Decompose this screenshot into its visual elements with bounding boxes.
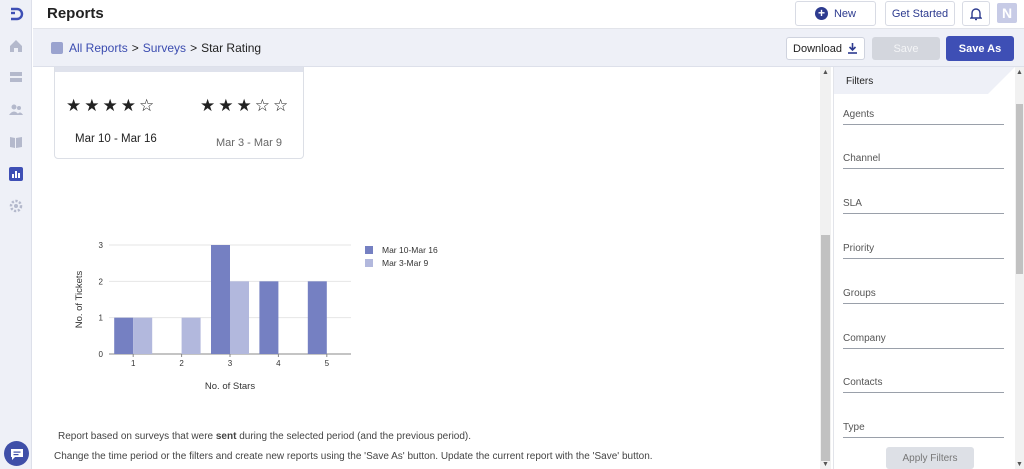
filter-priority[interactable]: Priority: [843, 243, 1004, 259]
save-button[interactable]: Save: [872, 37, 940, 60]
get-started-button[interactable]: Get Started: [885, 1, 955, 26]
filter-channel[interactable]: Channel: [843, 153, 1004, 169]
chart-bar: [133, 317, 153, 354]
rating-summary-card: ★★★★☆ Mar 10 - Mar 16 ★★★☆☆ Mar 3 - Mar …: [54, 67, 304, 159]
x-tick-label: 5: [325, 359, 330, 368]
chart-bar: [259, 281, 279, 354]
chat-icon[interactable]: [4, 441, 29, 466]
breadcrumb-separator: >: [190, 41, 198, 55]
download-label: Download: [793, 42, 842, 55]
left-navigation: [0, 0, 32, 469]
filters-scrollbar-thumb[interactable]: [1016, 104, 1023, 274]
download-icon: [847, 43, 857, 54]
breadcrumb-all-reports[interactable]: All Reports: [69, 41, 128, 55]
current-range-label: Mar 10 - Mar 16: [75, 133, 157, 145]
app-logo-icon[interactable]: [8, 6, 24, 22]
top-header: Reports + New Get Started N: [33, 0, 1024, 29]
filter-groups[interactable]: Groups: [843, 288, 1004, 304]
filter-sla[interactable]: SLA: [843, 198, 1004, 214]
chart-bar: [211, 245, 230, 354]
reports-small-icon: [51, 42, 63, 54]
contacts-icon[interactable]: [8, 102, 24, 118]
scroll-up-arrow-icon[interactable]: ▲: [820, 69, 831, 76]
report-content: ★★★★☆ Mar 10 - Mar 16 ★★★☆☆ Mar 3 - Mar …: [33, 67, 820, 469]
filters-scrollbar[interactable]: ▲ ▼: [1015, 67, 1024, 469]
previous-range-label: Mar 3 - Mar 9: [216, 137, 283, 149]
current-rating-stars: ★★★★☆: [66, 96, 158, 115]
chart-bar: [181, 317, 201, 354]
filters-scroll-up-arrow-icon[interactable]: ▲: [1015, 69, 1024, 76]
filters-panel: Filters Agents Channel SLA Priority Grou…: [833, 67, 1015, 469]
avatar[interactable]: N: [997, 3, 1017, 23]
x-tick-label: 2: [179, 359, 184, 368]
report-note-suffix: during the selected period (and the prev…: [236, 431, 472, 442]
breadcrumb-surveys[interactable]: Surveys: [143, 41, 186, 55]
x-tick-label: 1: [131, 359, 136, 368]
chart-bar: [307, 281, 327, 354]
legend-swatch: [365, 246, 373, 254]
chart-bar: [114, 317, 134, 354]
x-tick-label: 4: [276, 359, 281, 368]
filters-title: Filters: [834, 67, 1015, 94]
bell-icon: [970, 7, 982, 20]
breadcrumb-current: Star Rating: [201, 41, 262, 55]
x-axis-label: No. of Stars: [205, 381, 255, 392]
y-tick-label: 0: [99, 350, 104, 359]
knowledge-base-icon[interactable]: [8, 134, 24, 150]
legend-swatch: [365, 259, 373, 267]
x-tick-label: 3: [228, 359, 233, 368]
filter-type[interactable]: Type: [843, 422, 1004, 438]
plus-icon: +: [814, 7, 828, 20]
y-tick-label: 3: [99, 241, 104, 250]
apply-filters-button[interactable]: Apply Filters: [886, 447, 974, 469]
report-note-bold: sent: [215, 431, 237, 442]
tickets-icon[interactable]: [8, 69, 24, 85]
filter-company[interactable]: Company: [843, 333, 1004, 349]
reports-icon[interactable]: [8, 166, 24, 182]
filter-agents[interactable]: Agents: [843, 109, 1004, 125]
y-tick-label: 1: [99, 314, 104, 323]
legend-label: Mar 10-Mar 16: [382, 245, 438, 255]
page-title: Reports: [47, 5, 104, 22]
scroll-down-arrow-icon[interactable]: ▼: [820, 461, 831, 468]
content-scrollbar[interactable]: ▲ ▼: [820, 67, 831, 469]
new-button-label: New: [833, 7, 856, 20]
breadcrumb-separator: >: [131, 41, 139, 55]
star-rating-bar-chart: 0 1 2 3 1 2 3 4 5 No. of Stars No. of Tickets Mar 1…: [74, 241, 438, 392]
new-button[interactable]: + New: [795, 1, 876, 26]
chart-bar: [230, 281, 249, 354]
save-as-button[interactable]: Save As: [946, 36, 1014, 61]
y-axis-label: No. of Tickets: [74, 270, 85, 328]
settings-icon[interactable]: [8, 198, 24, 214]
breadcrumb: All Reports > Surveys > Star Rating: [51, 41, 261, 55]
breadcrumb-bar: All Reports > Surveys > Star Rating Down…: [33, 29, 1024, 67]
y-tick-label: 2: [99, 277, 104, 286]
home-icon[interactable]: [8, 38, 24, 54]
legend-label: Mar 3-Mar 9: [382, 258, 429, 268]
previous-rating-stars: ★★★☆☆: [200, 96, 292, 115]
content-scrollbar-thumb[interactable]: [821, 235, 830, 461]
report-note: Report based on surveys that were sent d…: [58, 431, 471, 442]
filters-scroll-down-arrow-icon[interactable]: ▼: [1015, 461, 1024, 468]
card-header: [55, 67, 303, 72]
download-button[interactable]: Download: [786, 37, 865, 60]
filter-contacts[interactable]: Contacts: [843, 377, 1004, 393]
notifications-button[interactable]: [962, 1, 990, 26]
report-note-prefix: Report based on surveys that were: [58, 431, 216, 442]
report-help-text: Change the time period or the filters an…: [54, 451, 653, 462]
